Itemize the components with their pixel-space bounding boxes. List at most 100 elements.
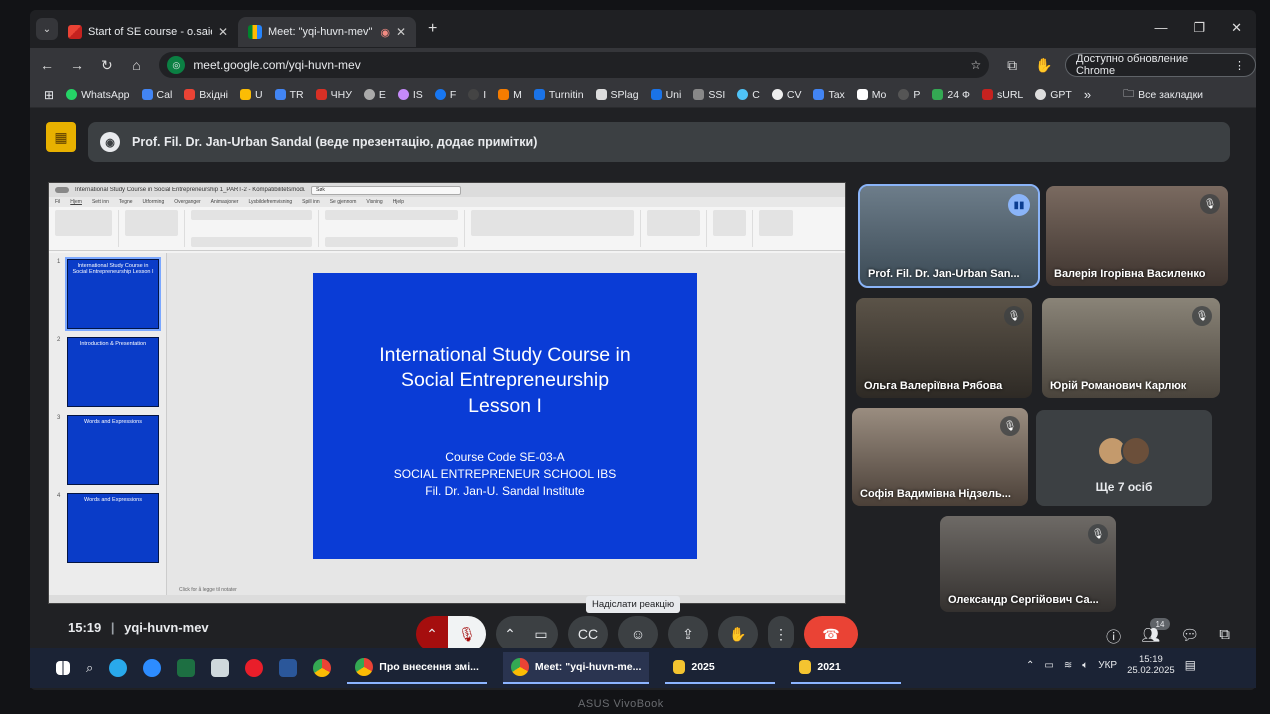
ribbon-tab[interactable]: Fil	[55, 199, 60, 205]
chevron-up-icon[interactable]: ⌃	[1026, 660, 1034, 671]
participant-tile[interactable]: 🎙︎ Олександр Сергійович Са...	[940, 516, 1116, 612]
word-icon[interactable]	[279, 659, 298, 677]
more-participants-tile[interactable]: Ще 7 осіб	[1036, 410, 1212, 506]
presentation-layout-icon[interactable]: ▦	[46, 122, 76, 152]
activities-icon[interactable]: ⧉	[1219, 626, 1230, 647]
restore-icon[interactable]: ❐	[1193, 20, 1205, 36]
raise-hand-button[interactable]: ✋	[718, 616, 758, 652]
ribbon-tab[interactable]: Se gjennom	[330, 199, 357, 205]
bookmark-item[interactable]: Tax	[813, 89, 845, 101]
bookmark-item[interactable]: C	[737, 89, 760, 101]
bookmark-item[interactable]: Вхідні	[184, 89, 228, 101]
site-info-icon[interactable]: ◎	[167, 56, 186, 74]
participant-tile[interactable]: 🎙︎ Валерія Ігорівна Василенко	[1046, 186, 1228, 286]
bookmark-star-icon[interactable]: ☆	[971, 58, 982, 72]
autosave-toggle[interactable]	[55, 187, 69, 193]
bookmark-item[interactable]: E	[363, 89, 386, 101]
taskbar-app-folder-2021[interactable]: 2021	[791, 652, 902, 684]
ribbon-tab[interactable]: Sett inn	[92, 199, 109, 205]
audio-options-button[interactable]: ⌃	[416, 616, 448, 652]
present-button[interactable]: ⇪	[668, 616, 708, 652]
home-icon[interactable]: ⌂	[130, 57, 144, 73]
ribbon-tab[interactable]: Visning	[366, 199, 382, 205]
excel-icon[interactable]	[177, 659, 196, 677]
volume-icon[interactable]: 🔈︎	[1082, 660, 1088, 671]
bookmarks-overflow-button[interactable]: »	[1084, 87, 1091, 102]
more-options-button[interactable]: ⋮	[768, 616, 794, 652]
tab-meet[interactable]: Meet: "yqi-huvn-mev" ◉ ✕	[238, 17, 416, 47]
info-icon[interactable]: ⓘ	[1106, 626, 1121, 647]
taskbar-app-chrome-doc[interactable]: Про внесення змі...	[347, 652, 487, 684]
participant-tile[interactable]: 🎙︎ Ольга Валеріївна Рябова	[856, 298, 1032, 398]
wifi-icon[interactable]: ≋	[1064, 660, 1072, 671]
bookmark-item[interactable]: M	[498, 89, 522, 101]
bookmark-item[interactable]: Uni	[650, 89, 681, 101]
bookmark-item[interactable]: sURL	[982, 89, 1023, 101]
bookmark-item[interactable]: WhatsApp	[66, 89, 130, 101]
bookmark-item[interactable]: Mo	[856, 89, 886, 101]
chrome-icon[interactable]	[313, 659, 332, 677]
bookmark-item[interactable]: Cal	[141, 89, 172, 101]
bookmark-item[interactable]: Turnitin	[533, 89, 584, 101]
search-icon[interactable]: ⌕	[86, 660, 93, 676]
bookmark-item[interactable]: TR	[274, 89, 304, 101]
participant-tile[interactable]: 🎙︎ Юрій Романович Карлюк	[1042, 298, 1220, 398]
taskbar-app-folder-2025[interactable]: 2025	[665, 652, 776, 684]
battery-icon[interactable]: ▭	[1044, 660, 1053, 671]
extension-flame-icon[interactable]: ✋	[1035, 57, 1052, 74]
windows-start-icon[interactable]	[56, 661, 70, 675]
opera-icon[interactable]	[245, 659, 264, 677]
chrome-update-button[interactable]: Доступно обновление Chrome ⋮	[1064, 53, 1256, 77]
address-bar[interactable]: ◎ meet.google.com/yqi-huvn-mev ☆	[159, 52, 990, 78]
taskbar-app-chrome-meet[interactable]: Meet: "yqi-huvn-me...	[502, 652, 650, 684]
language-indicator[interactable]: УКР	[1098, 660, 1117, 671]
bookmark-item[interactable]: SPlag	[595, 89, 639, 101]
ribbon-tab[interactable]: Spill inn	[302, 199, 320, 205]
close-icon[interactable]: ✕	[396, 25, 406, 39]
forward-icon[interactable]: →	[70, 57, 84, 73]
ribbon-tab[interactable]: Lysbildefremvisning	[248, 199, 292, 205]
ribbon-tab[interactable]: Animasjoner	[211, 199, 239, 205]
tab-search-button[interactable]: ⌄	[36, 18, 58, 40]
ribbon-tab[interactable]: Tegne	[119, 199, 133, 205]
ribbon-tab[interactable]: Hjem	[70, 199, 82, 205]
ribbon-tab[interactable]: Hjelp	[393, 199, 404, 205]
tray-clock[interactable]: 15:19 25.02.2025	[1127, 654, 1175, 677]
all-bookmarks-button[interactable]: 🗀 Все закладки	[1123, 85, 1203, 104]
extensions-icon[interactable]: ⧉	[1005, 57, 1019, 74]
ribbon-tab[interactable]: Utforming	[143, 199, 165, 205]
captions-button[interactable]: CC	[568, 616, 608, 652]
video-options-button[interactable]: ⌃	[496, 616, 524, 652]
bookmark-item[interactable]: SSI	[693, 89, 725, 101]
close-icon[interactable]: ✕	[218, 25, 228, 39]
bookmark-item[interactable]: IS	[397, 89, 423, 101]
slide-thumbnail[interactable]: 3 Words and Expressions	[57, 415, 162, 485]
notifications-icon[interactable]: ▤	[1185, 658, 1196, 672]
minimize-icon[interactable]: —	[1154, 20, 1167, 36]
reaction-button[interactable]: ☺	[618, 616, 658, 652]
reload-icon[interactable]: ↻	[100, 57, 114, 74]
mic-off-button[interactable]: 🎙︎	[448, 616, 486, 652]
people-icon[interactable]: 👥︎	[1141, 626, 1160, 647]
leave-call-button[interactable]: ☎	[804, 616, 858, 652]
participant-tile[interactable]: 🎙︎ Софія Вадимівна Нідзель...	[852, 408, 1028, 506]
bookmark-item[interactable]: CV	[771, 89, 801, 101]
bookmark-item[interactable]: F	[434, 89, 456, 101]
bookmark-item[interactable]: I	[468, 89, 486, 101]
notepad-icon[interactable]	[211, 659, 230, 677]
ribbon-tab[interactable]: Overganger	[174, 199, 200, 205]
ppt-search-input[interactable]: Søk	[311, 185, 461, 195]
close-window-icon[interactable]: ✕	[1231, 20, 1242, 36]
bookmark-item[interactable]: 24 Ф	[932, 89, 970, 101]
zoom-icon[interactable]	[143, 659, 162, 677]
apps-grid-icon[interactable]: ⊞	[44, 88, 54, 102]
telegram-icon[interactable]	[109, 659, 128, 677]
back-icon[interactable]: ←	[40, 57, 54, 73]
bookmark-item[interactable]: ЧНУ	[315, 89, 352, 101]
new-tab-button[interactable]: +	[428, 20, 437, 38]
bookmark-item[interactable]: GPT	[1035, 89, 1072, 101]
slide-thumbnail[interactable]: 4 Words and Expressions	[57, 493, 162, 563]
bookmark-item[interactable]: U	[240, 89, 263, 101]
slide-thumbnail[interactable]: 2 Introduction & Presentation	[57, 337, 162, 407]
chat-icon[interactable]: 💬︎	[1180, 626, 1199, 647]
